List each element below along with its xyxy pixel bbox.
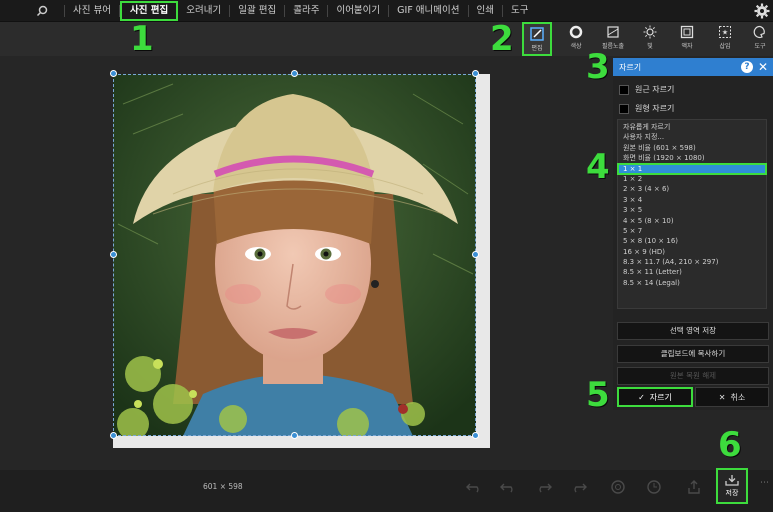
redo-all-icon[interactable]	[567, 476, 591, 498]
crop-panel-header: 자르기 ? ✕	[613, 58, 773, 76]
frame-icon	[680, 25, 694, 39]
crop-handle-bottom[interactable]	[291, 432, 298, 439]
edit-icon	[530, 27, 544, 41]
edit-toolbar: 편집 색상 필름노출 빛 액자 ★ 삽입 도구	[0, 22, 773, 56]
copy-clipboard-button[interactable]: 클립보드에 복사하기	[617, 345, 769, 363]
menu-cutout[interactable]: 오려내기	[178, 0, 229, 22]
crop-action-row: ✓ 자르기 ✕ 취소	[617, 387, 769, 407]
menu-batch-edit[interactable]: 일괄 편집	[230, 0, 284, 22]
bottom-bar: 601 × 598	[0, 470, 773, 512]
close-icon[interactable]: ✕	[758, 60, 768, 74]
disabled-option-button: 원본 복원 해제	[617, 367, 769, 385]
ratio-item-free[interactable]: 자유롭게 자르기	[618, 122, 766, 132]
tools-palette-icon	[753, 25, 765, 39]
crop-handle-bottom-right[interactable]	[472, 432, 479, 439]
menu-photo-edit[interactable]: 사진 편집	[119, 0, 179, 21]
gear-icon[interactable]	[754, 3, 770, 19]
ratio-item-4x5[interactable]: 4 × 5 (8 × 10)	[618, 216, 766, 226]
tool-color-label: 색상	[570, 43, 582, 50]
download-icon	[725, 475, 739, 486]
crop-handle-bottom-left[interactable]	[110, 432, 117, 439]
tool-light[interactable]: 빛	[635, 22, 665, 56]
ratio-item-5x7[interactable]: 5 × 7	[618, 226, 766, 236]
perspective-crop-label: 원근 자르기	[635, 85, 675, 94]
tool-tools-label: 도구	[754, 43, 766, 50]
ratio-item-2x3[interactable]: 2 × 3 (4 × 6)	[618, 184, 766, 194]
help-icon[interactable]: ?	[741, 61, 753, 73]
step-number-2: 2	[490, 19, 514, 59]
menu-gif-animation[interactable]: GIF 애니메이션	[389, 0, 467, 22]
crop-apply-button[interactable]: ✓ 자르기	[617, 387, 693, 407]
ratio-item-3x4[interactable]: 3 × 4	[618, 195, 766, 205]
tool-edit-label: 편집	[531, 45, 543, 52]
crop-handle-top[interactable]	[291, 70, 298, 77]
tool-light-label: 빛	[647, 43, 653, 50]
crop-apply-label: 자르기	[649, 392, 672, 402]
ratio-item-custom[interactable]: 사용자 지정...	[618, 132, 766, 142]
light-icon	[643, 25, 657, 39]
save-label: 저장	[725, 489, 739, 497]
ratio-item-16x9[interactable]: 16 × 9 (HD)	[618, 247, 766, 257]
tool-frame-label: 액자	[681, 43, 693, 50]
step-number-6: 6	[718, 425, 742, 465]
image-border-right	[476, 74, 490, 448]
top-menu-bar: 사진 뷰어 사진 편집 오려내기 일괄 편집 콜라주 이어붙이기 GIF 애니메…	[0, 0, 773, 22]
image-dimensions: 601 × 598	[203, 482, 243, 491]
save-button[interactable]: 저장	[716, 468, 748, 504]
history-icon[interactable]	[642, 476, 666, 498]
step-number-5: 5	[586, 375, 610, 415]
ratio-item-a4[interactable]: 8.3 × 11.7 (A4, 210 × 297)	[618, 257, 766, 267]
tool-insert-label: 삽입	[719, 43, 731, 50]
crop-handle-top-right[interactable]	[472, 70, 479, 77]
crop-panel-title: 자르기	[619, 62, 642, 72]
perspective-crop-option[interactable]: 원근 자르기	[613, 80, 773, 99]
color-circle-icon	[569, 25, 583, 39]
crop-handle-left[interactable]	[110, 251, 117, 258]
crop-cancel-button[interactable]: ✕ 취소	[695, 387, 769, 407]
circle-crop-label: 원형 자르기	[635, 104, 675, 113]
ratio-item-3x5[interactable]: 3 × 5	[618, 205, 766, 215]
search-icon[interactable]	[28, 5, 56, 17]
app-window: 사진 뷰어 사진 편집 오려내기 일괄 편집 콜라주 이어붙이기 GIF 애니메…	[0, 0, 773, 512]
ratio-item-legal[interactable]: 8.5 × 14 (Legal)	[618, 278, 766, 288]
ratio-item-letter[interactable]: 8.5 × 11 (Letter)	[618, 267, 766, 277]
menu-combine[interactable]: 이어붙이기	[328, 0, 388, 22]
crop-handle-top-left[interactable]	[110, 70, 117, 77]
check-icon: ✓	[638, 392, 645, 402]
crop-handle-right[interactable]	[472, 251, 479, 258]
ratio-item-original[interactable]: 원본 비율 (601 × 598)	[618, 143, 766, 153]
svg-text:★: ★	[722, 29, 728, 37]
perspective-crop-checkbox[interactable]	[619, 84, 629, 95]
tool-frame[interactable]: 액자	[672, 22, 702, 56]
crop-selection-frame[interactable]	[113, 74, 476, 436]
tool-insert[interactable]: ★ 삽입	[710, 22, 740, 56]
image-border-bottom	[113, 436, 490, 448]
insert-icon: ★	[719, 26, 731, 38]
ratio-item-screen[interactable]: 화면 비율 (1920 × 1080)	[618, 153, 766, 163]
film-icon	[607, 26, 619, 38]
share-icon[interactable]	[682, 476, 706, 498]
close-icon: ✕	[718, 392, 726, 402]
ratio-item-1x1[interactable]: 1 × 1	[617, 162, 767, 175]
menu-collage[interactable]: 콜라주	[285, 0, 327, 22]
circle-crop-option[interactable]: 원형 자르기	[613, 99, 773, 118]
save-selection-button[interactable]: 선택 영역 저장	[617, 322, 769, 340]
crop-cancel-label: 취소	[730, 392, 746, 402]
ratio-list: 자유롭게 자르기 사용자 지정... 원본 비율 (601 × 598) 화면 …	[617, 119, 767, 309]
step-number-3: 3	[586, 47, 610, 87]
more-options-icon[interactable]: ⋯	[760, 478, 769, 488]
ratio-item-5x8[interactable]: 5 × 8 (10 × 16)	[618, 236, 766, 246]
step-number-1: 1	[130, 19, 154, 59]
tool-tools[interactable]: 도구	[745, 22, 773, 56]
tool-edit[interactable]: 편집	[522, 22, 552, 56]
undo-all-icon[interactable]	[462, 476, 486, 498]
ratio-item-1x2[interactable]: 1 × 2	[618, 174, 766, 184]
crop-panel: 자르기 ? ✕ 원근 자르기 원형 자르기 자유롭게 자르기 사용자 지정...…	[613, 58, 773, 410]
menu-photo-viewer[interactable]: 사진 뷰어	[65, 0, 119, 22]
undo-icon[interactable]	[496, 476, 520, 498]
step-number-4: 4	[586, 147, 610, 187]
circle-crop-checkbox[interactable]	[619, 103, 629, 114]
redo-icon[interactable]	[532, 476, 556, 498]
compare-icon[interactable]	[606, 476, 630, 498]
